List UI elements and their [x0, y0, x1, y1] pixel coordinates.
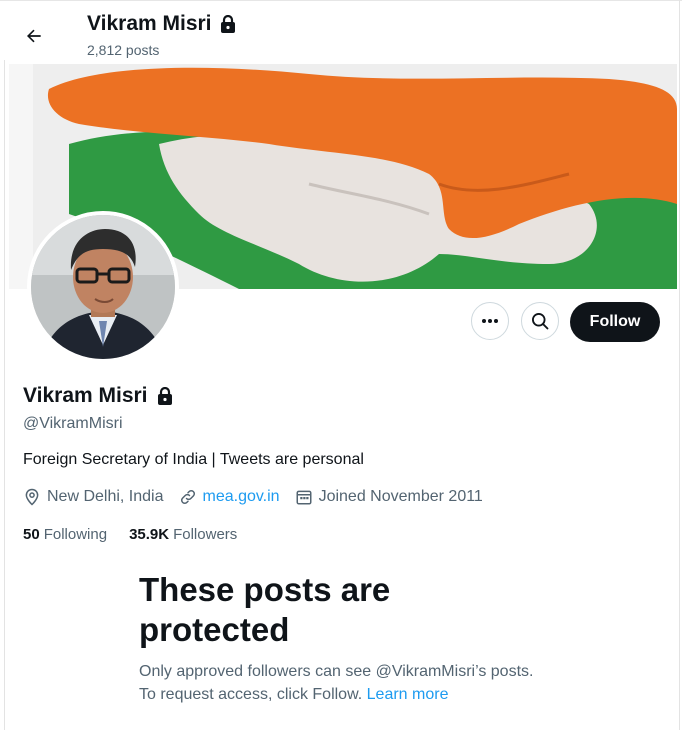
profile-website[interactable]: mea.gov.in	[179, 488, 280, 506]
profile-display-name: Vikram Misri	[23, 384, 148, 407]
protected-message: Only approved followers can see @VikramM…	[139, 660, 539, 706]
followers-count: 35.9K	[129, 526, 170, 543]
follow-button[interactable]: Follow	[570, 302, 660, 342]
website-link[interactable]: mea.gov.in	[203, 488, 280, 506]
following-label: Following	[43, 526, 108, 543]
posts-count: 2,812 posts	[87, 42, 160, 58]
followers-link[interactable]: 35.9K Followers	[129, 526, 237, 543]
lock-icon	[220, 15, 235, 33]
location-icon	[25, 488, 39, 506]
profile-bio: Foreign Secretary of India | Tweets are …	[23, 451, 364, 468]
followers-label: Followers	[173, 526, 238, 543]
more-icon	[482, 319, 498, 323]
link-icon	[180, 489, 195, 505]
back-arrow-icon	[27, 29, 41, 43]
profile-stats: 50 Following 35.9K Followers	[23, 526, 237, 543]
following-link[interactable]: 50 Following	[23, 526, 107, 543]
profile-meta: New Delhi, India mea.gov.in Joined Novem…	[23, 488, 498, 506]
profile-avatar[interactable]	[27, 211, 179, 363]
back-button[interactable]	[18, 20, 50, 52]
avatar-image	[31, 215, 175, 359]
following-count: 50	[23, 526, 40, 543]
learn-more-link[interactable]: Learn more	[367, 686, 449, 703]
profile-location: New Delhi, India	[23, 488, 164, 506]
search-posts-button[interactable]	[521, 302, 559, 340]
lock-icon	[157, 387, 172, 405]
search-icon	[532, 313, 549, 330]
calendar-icon	[296, 490, 312, 505]
protected-text: Only approved followers can see @VikramM…	[139, 663, 534, 703]
column-right-border	[679, 0, 680, 730]
location-text: New Delhi, India	[47, 488, 164, 505]
profile-name: Vikram Misri	[23, 384, 173, 408]
header-title: Vikram Misri	[87, 12, 236, 36]
joined-text: Joined November 2011	[318, 488, 483, 505]
profile-joined: Joined November 2011	[295, 488, 483, 506]
header-name: Vikram Misri	[87, 12, 212, 35]
profile-handle: @VikramMisri	[23, 415, 123, 432]
profile-header-bar: Vikram Misri 2,812 posts	[0, 0, 682, 64]
more-options-button[interactable]	[471, 302, 509, 340]
column-left-border	[4, 60, 5, 730]
protected-title: These posts are protected	[139, 571, 391, 648]
